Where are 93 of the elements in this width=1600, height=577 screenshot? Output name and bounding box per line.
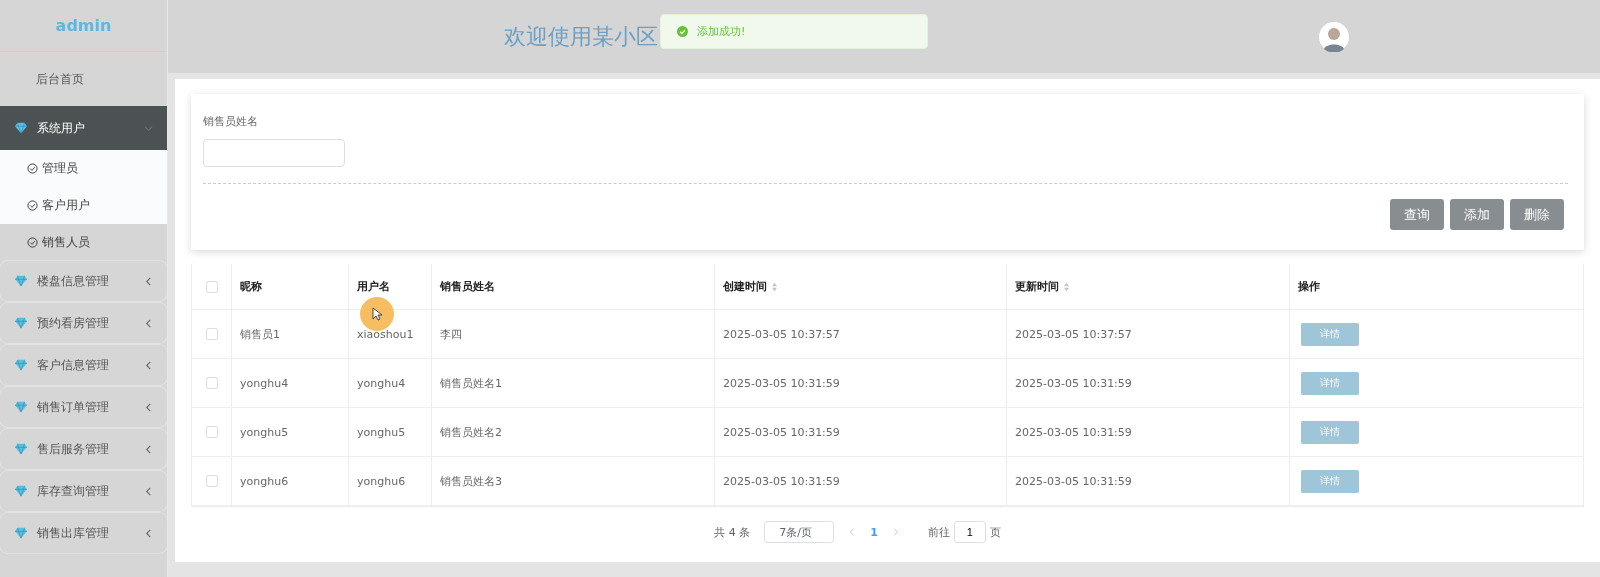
chevron-left-icon (144, 486, 153, 496)
menu-group[interactable]: 销售订单管理 (0, 387, 167, 427)
table-cell: 2025-03-05 10:31:59 (723, 376, 840, 390)
check-circle-icon (27, 237, 38, 248)
table-cell: 销售员姓名3 (440, 473, 502, 489)
table-cell: yonghu6 (240, 474, 289, 488)
action-button[interactable]: 添加 (1450, 199, 1504, 230)
diamond-icon (14, 443, 28, 455)
submenu-item[interactable]: 管理员 (0, 150, 167, 187)
table-cell: 2025-03-05 10:37:57 (723, 327, 840, 341)
avatar-icon[interactable] (1319, 21, 1349, 52)
check-circle-icon (677, 26, 688, 37)
diamond-icon (14, 359, 28, 371)
menu-group[interactable]: 预约看房管理 (0, 303, 167, 343)
submenu-item[interactable]: 销售人员 (0, 224, 167, 261)
table-cell: 2025-03-05 10:31:59 (1015, 425, 1132, 439)
welcome-title: 欢迎使用某小区 (504, 22, 658, 51)
column-header: 更新时间 (1015, 279, 1059, 294)
check-circle-icon (27, 163, 38, 174)
sort-icon[interactable] (1063, 281, 1070, 292)
menu-group[interactable]: 楼盘信息管理 (0, 261, 167, 301)
checkbox[interactable] (205, 377, 218, 389)
submenu-item[interactable]: 客户用户 (0, 187, 167, 224)
action-button[interactable]: 查询 (1390, 199, 1444, 230)
input-field[interactable] (203, 139, 345, 167)
total-count: 共 4 条 (714, 524, 751, 540)
table-cell: 2025-03-05 10:37:57 (1015, 327, 1132, 341)
chevron-right-icon[interactable] (891, 528, 900, 536)
logo-text: admin (55, 16, 112, 35)
table-cell: 2025-03-05 10:31:59 (723, 474, 840, 488)
menu-item[interactable]: 后台首页 (0, 52, 167, 106)
chevron-left-icon (144, 318, 153, 328)
table-cell: yonghu4 (240, 376, 289, 390)
page-size-select[interactable]: 7条/页 (764, 521, 835, 543)
diamond-icon (14, 317, 28, 329)
page-input[interactable]: 1 (953, 521, 986, 543)
table-cell: 销售员1 (240, 326, 280, 342)
goto-label: 前往 (927, 524, 950, 540)
checkbox[interactable] (205, 426, 218, 438)
menu-group[interactable]: 售后服务管理 (0, 429, 167, 469)
column-header: 销售员姓名 (440, 279, 495, 294)
menu-group-label: 销售出库管理 (37, 524, 110, 542)
table-cell: 销售员姓名1 (440, 375, 502, 391)
table-cell: 2025-03-05 10:31:59 (1015, 376, 1132, 390)
diamond-icon (14, 485, 28, 497)
menu-group-label: 销售订单管理 (37, 398, 110, 416)
table-cell: 李四 (440, 326, 462, 342)
chevron-left-icon (144, 444, 153, 454)
menu-group-label: 库存查询管理 (37, 482, 110, 500)
page-suffix: 页 (989, 524, 1001, 540)
menu-group-label: 预约看房管理 (37, 314, 110, 332)
pointer-icon (372, 307, 382, 321)
chevron-left-icon (144, 402, 153, 412)
menu-group-label: 系统用户 (37, 119, 86, 137)
table-cell: yonghu5 (357, 425, 406, 439)
diamond-icon (14, 527, 28, 539)
menu-group[interactable]: 销售出库管理 (0, 513, 167, 553)
chevron-left-icon (144, 360, 153, 370)
table-cell: 销售员姓名2 (440, 424, 502, 440)
field-label: 销售员姓名 (203, 114, 259, 129)
menu-group[interactable]: 库存查询管理 (0, 471, 167, 511)
table-cell: yonghu5 (240, 425, 289, 439)
menu-group-label: 楼盘信息管理 (37, 272, 110, 290)
submenu-label: 销售人员 (42, 234, 90, 251)
column-header: 用户名 (357, 279, 390, 294)
chevron-left-icon (144, 276, 153, 286)
menu-group[interactable]: 系统用户 (0, 106, 167, 150)
action-button[interactable]: 删除 (1510, 199, 1564, 230)
menu-group-label: 客户信息管理 (37, 356, 110, 374)
submenu-label: 客户用户 (42, 197, 90, 214)
table-cell: yonghu6 (357, 474, 406, 488)
chevron-left-icon[interactable] (848, 528, 857, 536)
column-header: 操作 (1298, 279, 1320, 294)
chevron-down-icon (144, 123, 153, 133)
diamond-icon (14, 401, 28, 413)
menu-group-label: 售后服务管理 (37, 440, 110, 458)
sort-icon[interactable] (771, 281, 778, 292)
table-cell: 2025-03-05 10:31:59 (723, 425, 840, 439)
menu-group[interactable]: 客户信息管理 (0, 345, 167, 385)
diamond-icon (14, 122, 28, 134)
submenu-label: 管理员 (42, 160, 78, 177)
column-header: 昵称 (240, 279, 262, 294)
chevron-left-icon (144, 528, 153, 538)
checkbox[interactable] (205, 280, 218, 293)
checkbox[interactable] (205, 475, 218, 487)
table-cell: yonghu4 (357, 376, 406, 390)
checkbox[interactable] (205, 328, 218, 340)
toast-message: 添加成功! (697, 24, 746, 39)
table-cell: xiaoshou1 (357, 327, 414, 341)
diamond-icon (14, 275, 28, 287)
column-header: 创建时间 (723, 279, 767, 294)
table-cell: 2025-03-05 10:31:59 (1015, 474, 1132, 488)
check-circle-icon (27, 200, 38, 211)
